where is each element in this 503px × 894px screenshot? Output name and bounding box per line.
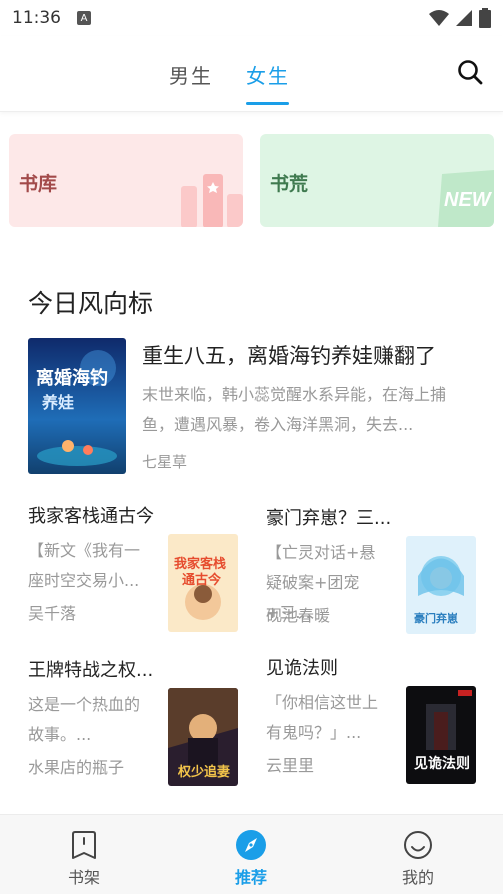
book-cover: 我家客栈 通古今 <box>168 534 238 632</box>
book-item[interactable]: 我家客栈通古今 【新文《我有一座时空交易小... 吴千落 我家客栈 通古今 <box>28 502 248 632</box>
book-desc: 「你相信这世上有鬼吗？」... <box>266 693 379 742</box>
book-cover: 见诡法则 <box>406 686 476 784</box>
svg-text:我家客栈: 我家客栈 <box>174 556 226 572</box>
nav-bookshelf[interactable]: 书架 <box>34 815 134 894</box>
bookshelf-icon <box>72 831 96 859</box>
library-card[interactable]: 书库 <box>9 134 243 227</box>
nav-recommend-label: 推荐 <box>234 868 267 887</box>
svg-text:权少追妻: 权少追妻 <box>177 764 230 780</box>
status-bar: 11:36 A <box>0 0 503 36</box>
book-desc: 这是一个热血的故事。... <box>28 695 141 744</box>
wifi-icon <box>429 10 449 26</box>
svg-text:豪门弃崽: 豪门弃崽 <box>414 611 458 625</box>
book-desc: 【新文《我有一座时空交易小... <box>28 541 141 590</box>
book-shortage-card[interactable]: 书荒 NEW <box>260 134 494 227</box>
featured-book-desc: 末世来临，韩小蕊觉醒水系异能，在海上捕鱼，遭遇风暴，卷入海洋黑洞，失去... <box>142 385 447 434</box>
book-author: 砚池春暖 <box>266 606 331 625</box>
compass-icon <box>236 830 266 860</box>
svg-text:通古今: 通古今 <box>182 572 222 588</box>
book-title: 豪门弃崽？三... <box>266 508 392 529</box>
notification-icon: A <box>77 11 91 25</box>
featured-book-title[interactable]: 重生八五，离婚海钓养娃赚翻了 <box>142 340 482 370</box>
search-icon[interactable] <box>456 58 484 86</box>
svg-text:NEW: NEW <box>444 189 493 211</box>
tab-active-indicator <box>246 102 289 105</box>
nav-recommend[interactable]: 推荐 <box>201 815 301 894</box>
library-chart-icon <box>181 174 243 227</box>
new-badge-icon: NEW <box>438 170 494 227</box>
book-title: 王牌特战之权... <box>28 660 154 681</box>
svg-text:养娃: 养娃 <box>41 393 74 412</box>
profile-icon <box>404 831 432 859</box>
book-item[interactable]: 见诡法则 「你相信这世上有鬼吗？」... 云里里 见诡法则 <box>266 654 486 784</box>
featured-book-author: 七星草 <box>142 453 188 471</box>
nav-profile[interactable]: 我的 <box>368 815 468 894</box>
signal-icon <box>456 10 472 26</box>
bottom-nav: 书架 推荐 我的 <box>0 814 503 894</box>
status-icons <box>429 8 491 28</box>
status-time: 11:36 <box>12 8 61 28</box>
book-cover: 豪门弃崽 <box>406 536 476 634</box>
book-author: 云里里 <box>266 756 315 775</box>
book-author: 水果店的瓶子 <box>28 758 125 777</box>
nav-profile-label: 我的 <box>401 868 434 887</box>
book-item[interactable]: 王牌特战之权... 这是一个热血的故事。... 水果店的瓶子 权少追妻 <box>28 656 248 786</box>
book-title: 我家客栈通古今 <box>28 506 154 527</box>
book-author: 吴千落 <box>28 604 77 623</box>
svg-text:见诡法则: 见诡法则 <box>414 755 470 772</box>
top-nav: 男生 女生 <box>0 36 503 112</box>
book-item[interactable]: 豪门弃崽？三... 【亡灵对话+悬疑破案+团宠+三... 砚池春暖 豪门弃崽 <box>266 504 486 634</box>
tab-female[interactable]: 女生 <box>246 60 290 89</box>
book-cover: 权少追妻 <box>168 688 238 786</box>
book-title: 见诡法则 <box>266 658 338 679</box>
library-label: 书库 <box>19 173 58 195</box>
book-shortage-label: 书荒 <box>270 173 309 195</box>
featured-book-cover[interactable]: 离婚海钓 养娃 <box>28 338 126 474</box>
section-title: 今日风向标 <box>28 289 154 318</box>
battery-icon <box>479 8 491 28</box>
nav-bookshelf-label: 书架 <box>67 868 100 887</box>
tab-male[interactable]: 男生 <box>169 60 213 89</box>
svg-text:离婚海钓: 离婚海钓 <box>36 367 108 389</box>
